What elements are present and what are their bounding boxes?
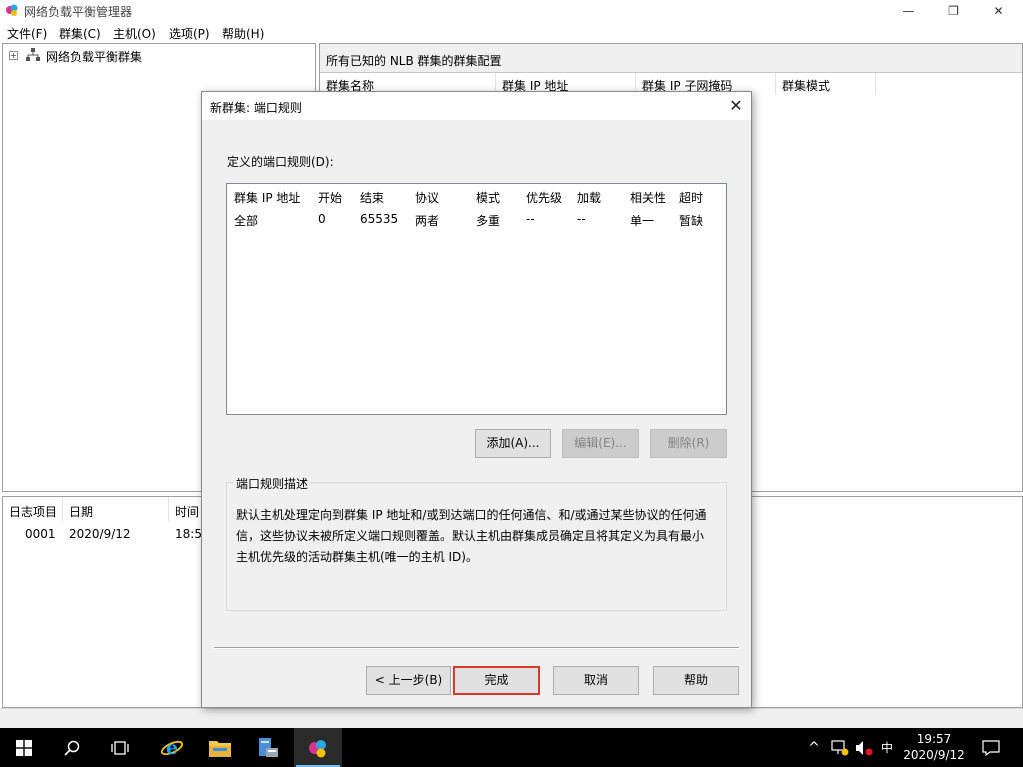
internet-explorer-icon[interactable]: e [148,728,196,767]
rules-col-affinity[interactable]: 相关性 [630,189,666,206]
nlb-taskbar-logo-icon [309,739,326,757]
rule-cell-load[interactable]: -- [577,212,586,226]
rules-col-protocol[interactable]: 协议 [415,189,439,206]
menu-help[interactable]: 帮助(H) [222,25,264,42]
rule-cell-start[interactable]: 0 [318,212,326,226]
rule-cell-affinity[interactable]: 单一 [630,212,654,229]
column-cluster-mode[interactable]: 群集模式 [776,73,876,95]
search-icon[interactable] [48,728,96,767]
magnifier-icon [64,740,80,756]
log-row-id: 0001 [25,527,56,541]
port-rules-dialog: 新群集: 端口规则 ✕ 定义的端口规则(D): 群集 IP 地址 开始 结束 协… [201,91,752,708]
rule-cell-protocol[interactable]: 两者 [415,212,439,229]
windows-logo-icon [16,739,32,756]
cluster-pane-title: 所有已知的 NLB 群集的群集配置 [320,44,1022,73]
rules-col-ip[interactable]: 群集 IP 地址 [234,189,300,206]
svg-text:e: e [166,737,178,759]
status-bar [0,708,1023,728]
description-line: 信，这些协议未被所定义端口规则覆盖。默认主机由群集成员确定且将其定义为具有最小 [236,529,705,543]
rule-description-text: 默认主机处理定向到群集 IP 地址和/或到达端口的任何通信、和/或通过某些协议的… [236,505,716,568]
cancel-button[interactable]: 取消 [553,666,639,695]
dialog-title-bar: 新群集: 端口规则 ✕ [202,92,751,120]
edit-rule-button[interactable]: 编辑(E)... [562,429,639,458]
rule-cell-ip[interactable]: 全部 [234,212,258,229]
column-log-item[interactable]: 日志项目 [3,497,63,521]
dialog-title: 新群集: 端口规则 [210,101,302,115]
close-button[interactable]: ✕ [976,0,1021,22]
network-warning-icon [831,739,849,755]
tray-chevron-icon[interactable]: ^ [802,728,826,767]
server-manager-icon[interactable] [244,728,292,767]
menu-bar: 文件(F) 群集(C) 主机(O) 选项(P) 帮助(H) [0,22,1023,42]
ime-indicator[interactable]: 中 [876,728,898,767]
rule-cell-timeout[interactable]: 暂缺 [679,212,703,229]
add-rule-button[interactable]: 添加(A)... [475,429,551,458]
rule-description-group: 端口规则描述 默认主机处理定向到群集 IP 地址和/或到达端口的任何通信、和/或… [226,475,727,611]
nlb-app-icon [6,4,18,16]
rules-col-end[interactable]: 结束 [360,189,384,206]
rules-col-timeout[interactable]: 超时 [679,189,703,206]
defined-rules-label: 定义的端口规则(D): [227,155,334,169]
action-center-icon[interactable] [976,728,1006,767]
dialog-close-icon[interactable]: ✕ [725,95,747,117]
network-status-icon[interactable] [828,728,852,767]
dialog-separator [214,647,739,649]
minimize-button[interactable]: — [886,0,931,22]
speaker-icon [856,740,873,755]
server-icon [259,737,278,757]
back-button[interactable]: < 上一步(B) [366,666,451,695]
help-button[interactable]: 帮助 [653,666,739,695]
task-view-icon[interactable] [96,728,144,767]
log-row-date: 2020/9/12 [69,527,131,541]
task-view-glyph-icon [111,740,129,755]
menu-cluster[interactable]: 群集(C) [59,25,101,42]
menu-file[interactable]: 文件(F) [7,25,47,42]
nlb-manager-icon[interactable] [294,728,342,767]
volume-muted-icon[interactable] [852,728,876,767]
rules-col-mode[interactable]: 模式 [476,189,500,206]
column-log-date[interactable]: 日期 [63,497,169,521]
file-explorer-icon[interactable] [196,728,244,767]
remove-rule-button[interactable]: 删除(R) [650,429,727,458]
description-line: 默认主机处理定向到群集 IP 地址和/或到达端口的任何通信、和/或通过某些协议的… [236,508,707,522]
rule-cell-end[interactable]: 65535 [360,212,398,226]
taskbar: e ^ 中 19:57 2020/9/12 [0,728,1023,767]
description-line: 主机优先级的活动群集主机(唯一的主机 ID)。 [236,550,478,564]
window-title: 网络负载平衡管理器 [24,5,133,19]
clock-date: 2020/9/12 [903,748,965,762]
rule-cell-priority[interactable]: -- [526,212,535,226]
rule-cell-mode[interactable]: 多重 [476,212,500,229]
clock-time: 19:57 [916,732,952,746]
port-rules-list[interactable]: 群集 IP 地址 开始 结束 协议 模式 优先级 加载 相关性 超时 全部 0 … [226,183,727,415]
finish-button[interactable]: 完成 [453,666,540,695]
rules-col-load[interactable]: 加载 [577,189,601,206]
rule-description-title: 端口规则描述 [233,475,312,492]
windows-start-icon[interactable] [0,728,48,767]
title-bar: 网络负载平衡管理器 — ❐ ✕ [0,0,1023,22]
folder-icon [209,740,231,757]
notification-icon [982,739,1000,756]
tree-expander[interactable]: + [9,51,18,60]
rules-col-start[interactable]: 开始 [318,189,342,206]
rules-col-priority[interactable]: 优先级 [526,189,562,206]
maximize-button[interactable]: ❐ [931,0,976,22]
tree-root-label[interactable]: 网络负载平衡群集 [46,48,142,65]
taskbar-clock[interactable]: 19:57 2020/9/12 [896,731,972,763]
menu-host[interactable]: 主机(O) [113,25,156,42]
log-row-time: 18:5 [175,527,202,541]
menu-options[interactable]: 选项(P) [169,25,210,42]
network-cluster-icon [26,48,40,61]
ie-logo-icon: e [160,737,184,759]
